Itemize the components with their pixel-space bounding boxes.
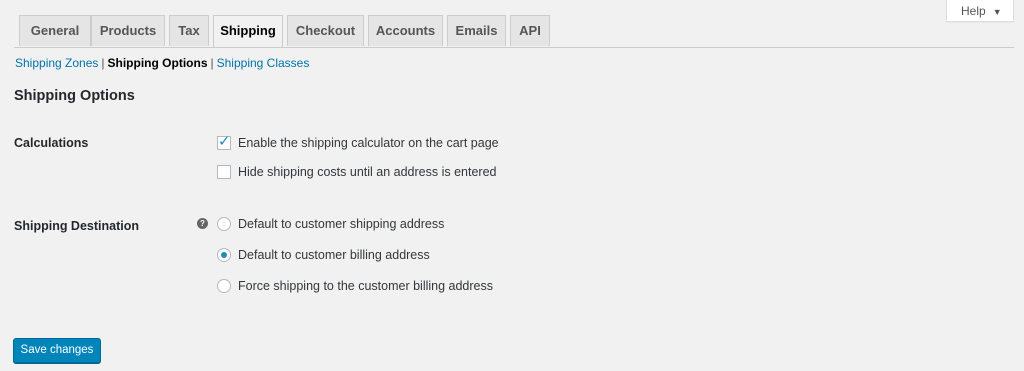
shipping-subnav: Shipping Zones | Shipping Options | Shipping… bbox=[15, 56, 309, 70]
tab-api[interactable]: API bbox=[510, 15, 550, 46]
destination-label-force-billing[interactable]: Force shipping to the customer billing a… bbox=[238, 279, 493, 293]
destination-radio-shipping[interactable] bbox=[217, 217, 231, 231]
destination-option-billing[interactable]: Default to customer billing address bbox=[217, 247, 430, 263]
tab-emails[interactable]: Emails bbox=[447, 15, 506, 46]
hide-costs-option[interactable]: Hide shipping costs until an address is … bbox=[217, 164, 496, 180]
question-icon[interactable]: ? bbox=[197, 218, 208, 229]
tab-products[interactable]: Products bbox=[91, 15, 165, 46]
subnav-shipping-classes[interactable]: Shipping Classes bbox=[217, 56, 310, 70]
destination-option-force-billing[interactable]: Force shipping to the customer billing a… bbox=[217, 278, 493, 294]
tab-shipping[interactable]: Shipping bbox=[213, 15, 283, 47]
shipping-destination-label: Shipping Destination bbox=[14, 219, 139, 233]
enable-calculator-option[interactable]: ✓ Enable the shipping calculator on the … bbox=[217, 133, 499, 151]
destination-label-shipping[interactable]: Default to customer shipping address bbox=[238, 217, 444, 231]
hide-costs-checkbox[interactable] bbox=[217, 165, 231, 179]
settings-tabs: General Products Tax Shipping Checkout A… bbox=[14, 15, 1014, 48]
subnav-shipping-options[interactable]: Shipping Options bbox=[108, 56, 208, 70]
subnav-separator: | bbox=[210, 56, 214, 70]
tab-tax[interactable]: Tax bbox=[169, 15, 209, 46]
enable-calculator-label[interactable]: Enable the shipping calculator on the ca… bbox=[238, 136, 499, 150]
tab-accounts[interactable]: Accounts bbox=[368, 15, 443, 46]
subnav-shipping-zones[interactable]: Shipping Zones bbox=[15, 56, 98, 70]
calculations-label: Calculations bbox=[14, 136, 89, 150]
save-changes-button[interactable]: Save changes bbox=[13, 338, 101, 363]
page-title: Shipping Options bbox=[14, 88, 135, 104]
destination-label-billing[interactable]: Default to customer billing address bbox=[238, 248, 430, 262]
enable-calculator-checkbox[interactable]: ✓ bbox=[217, 133, 231, 150]
destination-radio-force-billing[interactable] bbox=[217, 279, 231, 293]
subnav-separator: | bbox=[101, 56, 105, 70]
tab-general[interactable]: General bbox=[19, 15, 91, 46]
radio-selected-dot bbox=[221, 252, 227, 258]
destination-radio-billing[interactable] bbox=[217, 248, 231, 262]
destination-option-shipping[interactable]: Default to customer shipping address bbox=[217, 216, 444, 232]
checkmark-icon: ✓ bbox=[218, 133, 231, 150]
tab-checkout[interactable]: Checkout bbox=[287, 15, 364, 46]
hide-costs-label[interactable]: Hide shipping costs until an address is … bbox=[238, 165, 496, 179]
